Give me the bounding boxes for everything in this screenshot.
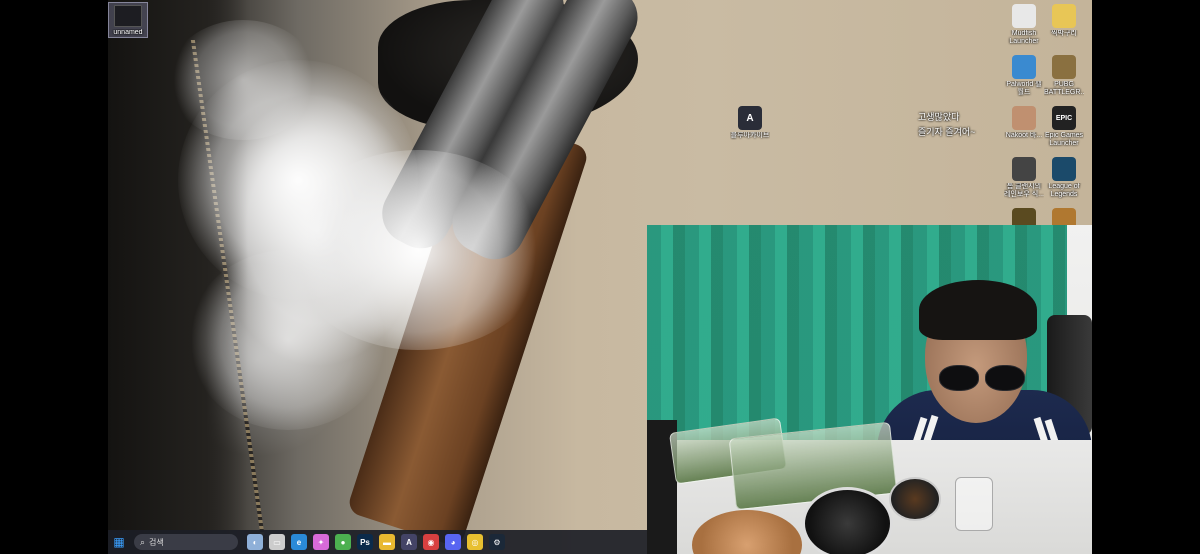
desktop-icon-blue-archive[interactable]: A 블루아카이브 xyxy=(730,106,770,140)
taskbar: ▦ ⌕ 검색 ◐ ▭ e ✦ ● Ps ▬ A ◉ ◕ ◎ ⚙ xyxy=(108,530,648,554)
desktop-note-line-1: 고생많았다 xyxy=(918,112,960,122)
desktop-icon-lol[interactable]: League of Legends xyxy=(1044,157,1084,199)
task-view-icon[interactable]: ▭ xyxy=(269,534,285,550)
desktop-icon-label: Nakoot 바... xyxy=(1005,132,1043,139)
image-file-icon xyxy=(114,5,142,27)
desktop-icon-pubg[interactable]: PUBG BATTLEGR... xyxy=(1044,55,1084,97)
palworld-icon xyxy=(1012,55,1036,79)
store-icon[interactable]: ◉ xyxy=(423,534,439,550)
pubg-icon xyxy=(1052,55,1076,79)
search-placeholder: 검색 xyxy=(149,537,164,547)
sauce-cup xyxy=(889,477,941,521)
steam-icon[interactable]: ⚙ xyxy=(489,534,505,550)
sunglasses xyxy=(937,365,1027,391)
mudfish-icon xyxy=(1012,4,1036,28)
copilot-icon[interactable]: ✦ xyxy=(313,534,329,550)
desktop-icon-unnamed[interactable]: unnamed xyxy=(108,2,148,38)
rainbow-six-icon xyxy=(1012,157,1036,181)
blue-archive-icon: A xyxy=(738,106,762,130)
desktop-icon-label: 찍박구리 xyxy=(1051,30,1077,37)
chrome-icon[interactable]: ◎ xyxy=(467,534,483,550)
person-icon xyxy=(1012,106,1036,130)
folder-icon xyxy=(1052,4,1076,28)
search-icon: ⌕ xyxy=(140,536,146,547)
desktop-icon-user[interactable]: Nakoot 바... xyxy=(1004,106,1044,140)
edge-icon[interactable]: e xyxy=(291,534,307,550)
wallpaper-smoke xyxy=(168,20,318,140)
desktop-icon-rainbow[interactable]: 톰 클랜시의 레인보우 식... xyxy=(1004,157,1044,199)
food-tub xyxy=(802,487,893,554)
start-icon[interactable]: ▦ xyxy=(111,534,127,550)
desktop-icon-label: PUBG BATTLEGR... xyxy=(1044,81,1084,96)
desktop-icon-label: Palworld 펠 월드 xyxy=(1006,81,1042,96)
desktop-icon-palworld[interactable]: Palworld 펠 월드 xyxy=(1004,55,1044,97)
webcam-overlay xyxy=(647,225,1092,554)
desktop-icon-mudfish[interactable]: Mudfish Launcher xyxy=(1004,4,1044,46)
desktop-icon-epic[interactable]: EPIC Epic Games Launcher xyxy=(1044,106,1084,148)
discord-icon[interactable]: ◕ xyxy=(445,534,461,550)
file-explorer-icon[interactable]: ▬ xyxy=(379,534,395,550)
widget-icon[interactable]: ◐ xyxy=(247,534,263,550)
desktop-icon-jjikbak[interactable]: 찍박구리 xyxy=(1044,4,1084,38)
photoshop-icon[interactable]: Ps xyxy=(357,534,373,550)
desktop-icon-label: unnamed xyxy=(113,29,143,36)
desktop-icon-label: 톰 클랜시의 레인보우 식... xyxy=(1004,183,1044,198)
desktop-icon-label: 블루아카이브 xyxy=(730,132,770,139)
desktop-note-line-2: 즐기자 즐겨어~ xyxy=(918,127,976,137)
desktop-icon-label: League of Legends xyxy=(1048,183,1080,198)
person-hair xyxy=(919,280,1037,340)
desktop-icon-label: Mudfish Launcher xyxy=(1009,30,1039,45)
epic-games-icon: EPIC xyxy=(1052,106,1076,130)
desktop-icon-label: Epic Games Launcher xyxy=(1044,132,1084,147)
search-box[interactable]: ⌕ 검색 xyxy=(134,534,238,550)
wallpaper-smoke xyxy=(188,250,388,430)
glass-cup xyxy=(955,477,993,531)
blue-archive-icon[interactable]: A xyxy=(401,534,417,550)
chrome-alt-icon[interactable]: ● xyxy=(335,534,351,550)
league-icon xyxy=(1052,157,1076,181)
